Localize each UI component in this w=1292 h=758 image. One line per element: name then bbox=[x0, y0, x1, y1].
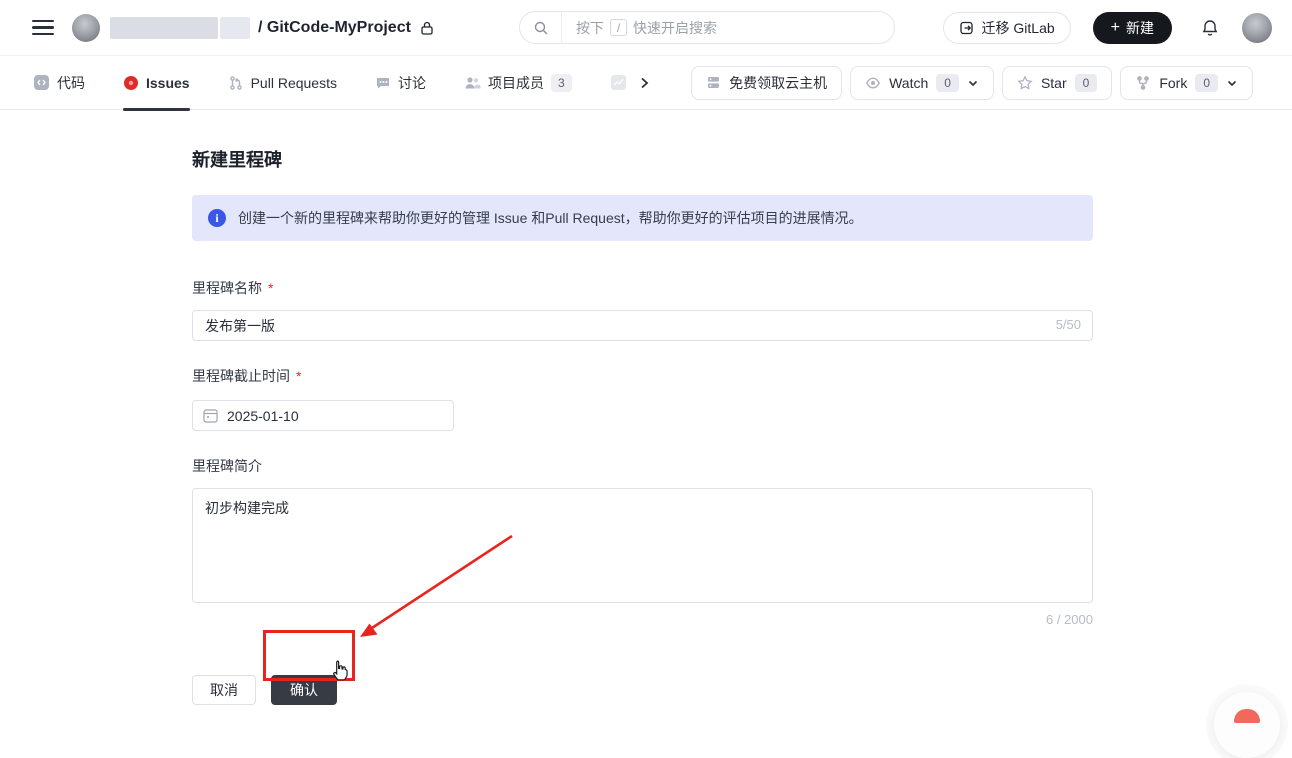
chat-bubble-icon bbox=[375, 75, 391, 91]
more-tabs-chevron-icon[interactable] bbox=[637, 76, 651, 90]
members-count-badge: 3 bbox=[551, 74, 572, 92]
star-button[interactable]: Star 0 bbox=[1002, 66, 1112, 100]
free-cloud-host-button[interactable]: 免费领取云主机 bbox=[691, 66, 842, 100]
active-tab-underline bbox=[123, 108, 190, 111]
tab-overflow bbox=[610, 56, 651, 110]
description-textarea[interactable]: 初步构建完成 bbox=[192, 488, 1093, 603]
project-name[interactable]: GitCode-MyProject bbox=[267, 19, 411, 36]
required-mark: * bbox=[268, 280, 273, 296]
chevron-down-icon bbox=[1226, 77, 1238, 89]
hamburger-menu-icon[interactable] bbox=[32, 20, 54, 36]
page-title: 新建里程碑 bbox=[192, 146, 1093, 172]
new-button[interactable]: + 新建 bbox=[1093, 12, 1172, 44]
redacted-owner-name bbox=[110, 17, 218, 39]
milestone-name-label: 里程碑名称 * bbox=[192, 278, 1093, 298]
info-banner: i 创建一个新的里程碑来帮助你更好的管理 Issue 和Pull Request… bbox=[192, 195, 1093, 241]
breadcrumb-separator: / bbox=[258, 19, 262, 36]
description-label: 里程碑简介 bbox=[192, 456, 1093, 476]
watch-button[interactable]: Watch 0 bbox=[850, 66, 994, 100]
watch-eye-icon bbox=[865, 75, 881, 91]
repo-tab-bar: 代码 Issues Pull Requests 讨论 项目成员 bbox=[0, 56, 1292, 110]
description-char-counter: 6 / 2000 bbox=[192, 612, 1093, 627]
search-icon bbox=[520, 12, 562, 43]
cancel-button[interactable]: 取消 bbox=[192, 675, 256, 705]
fork-button[interactable]: Fork 0 bbox=[1120, 66, 1253, 100]
milestone-name-input[interactable] bbox=[192, 310, 1093, 341]
tab-discussion[interactable]: 讨论 bbox=[375, 56, 426, 110]
tab-members[interactable]: 项目成员 3 bbox=[464, 56, 572, 110]
required-mark: * bbox=[296, 368, 301, 384]
user-avatar[interactable] bbox=[1242, 13, 1272, 43]
slash-key-icon: / bbox=[610, 19, 627, 36]
chevron-down-icon bbox=[967, 77, 979, 89]
insights-chart-icon bbox=[610, 74, 627, 91]
calendar-icon bbox=[202, 407, 219, 424]
breadcrumb[interactable]: / GitCode-MyProject bbox=[258, 19, 411, 37]
tab-code[interactable]: 代码 bbox=[33, 56, 85, 110]
search-input[interactable]: 按下 / 快速开启搜索 bbox=[519, 11, 895, 44]
notification-bell-icon[interactable] bbox=[1200, 18, 1220, 38]
info-banner-text: 创建一个新的里程碑来帮助你更好的管理 Issue 和Pull Request，帮… bbox=[238, 208, 863, 228]
fork-icon bbox=[1135, 75, 1151, 91]
due-date-label: 里程碑截止时间 * bbox=[192, 366, 1093, 386]
lock-icon bbox=[419, 20, 435, 36]
confirm-button[interactable]: 确认 bbox=[271, 675, 337, 705]
code-icon bbox=[33, 74, 50, 91]
redacted-owner-name-2 bbox=[220, 17, 250, 39]
tab-pull-requests[interactable]: Pull Requests bbox=[228, 56, 337, 110]
name-char-counter: 5/50 bbox=[1056, 317, 1081, 332]
star-icon bbox=[1017, 75, 1033, 91]
tab-issues[interactable]: Issues bbox=[123, 56, 190, 110]
assistant-floating-button[interactable] bbox=[1214, 692, 1280, 758]
plus-icon: + bbox=[1111, 20, 1120, 36]
search-placeholder: 按下 / 快速开启搜索 bbox=[576, 18, 717, 38]
fork-count-badge: 0 bbox=[1195, 74, 1218, 92]
project-owner-avatar[interactable] bbox=[72, 14, 100, 42]
migrate-gitlab-button[interactable]: 迁移 GitLab bbox=[943, 12, 1071, 44]
top-header: / GitCode-MyProject 按下 / 快速开启搜索 bbox=[0, 0, 1292, 56]
issues-icon bbox=[123, 75, 139, 91]
info-icon: i bbox=[208, 209, 226, 227]
pull-request-icon bbox=[228, 75, 244, 91]
star-count-badge: 0 bbox=[1075, 74, 1098, 92]
server-icon bbox=[706, 75, 721, 90]
members-icon bbox=[464, 75, 481, 91]
due-date-input[interactable] bbox=[192, 400, 454, 431]
watch-count-badge: 0 bbox=[936, 74, 959, 92]
migrate-icon bbox=[959, 20, 975, 36]
milestone-form: 新建里程碑 i 创建一个新的里程碑来帮助你更好的管理 Issue 和Pull R… bbox=[192, 146, 1093, 705]
